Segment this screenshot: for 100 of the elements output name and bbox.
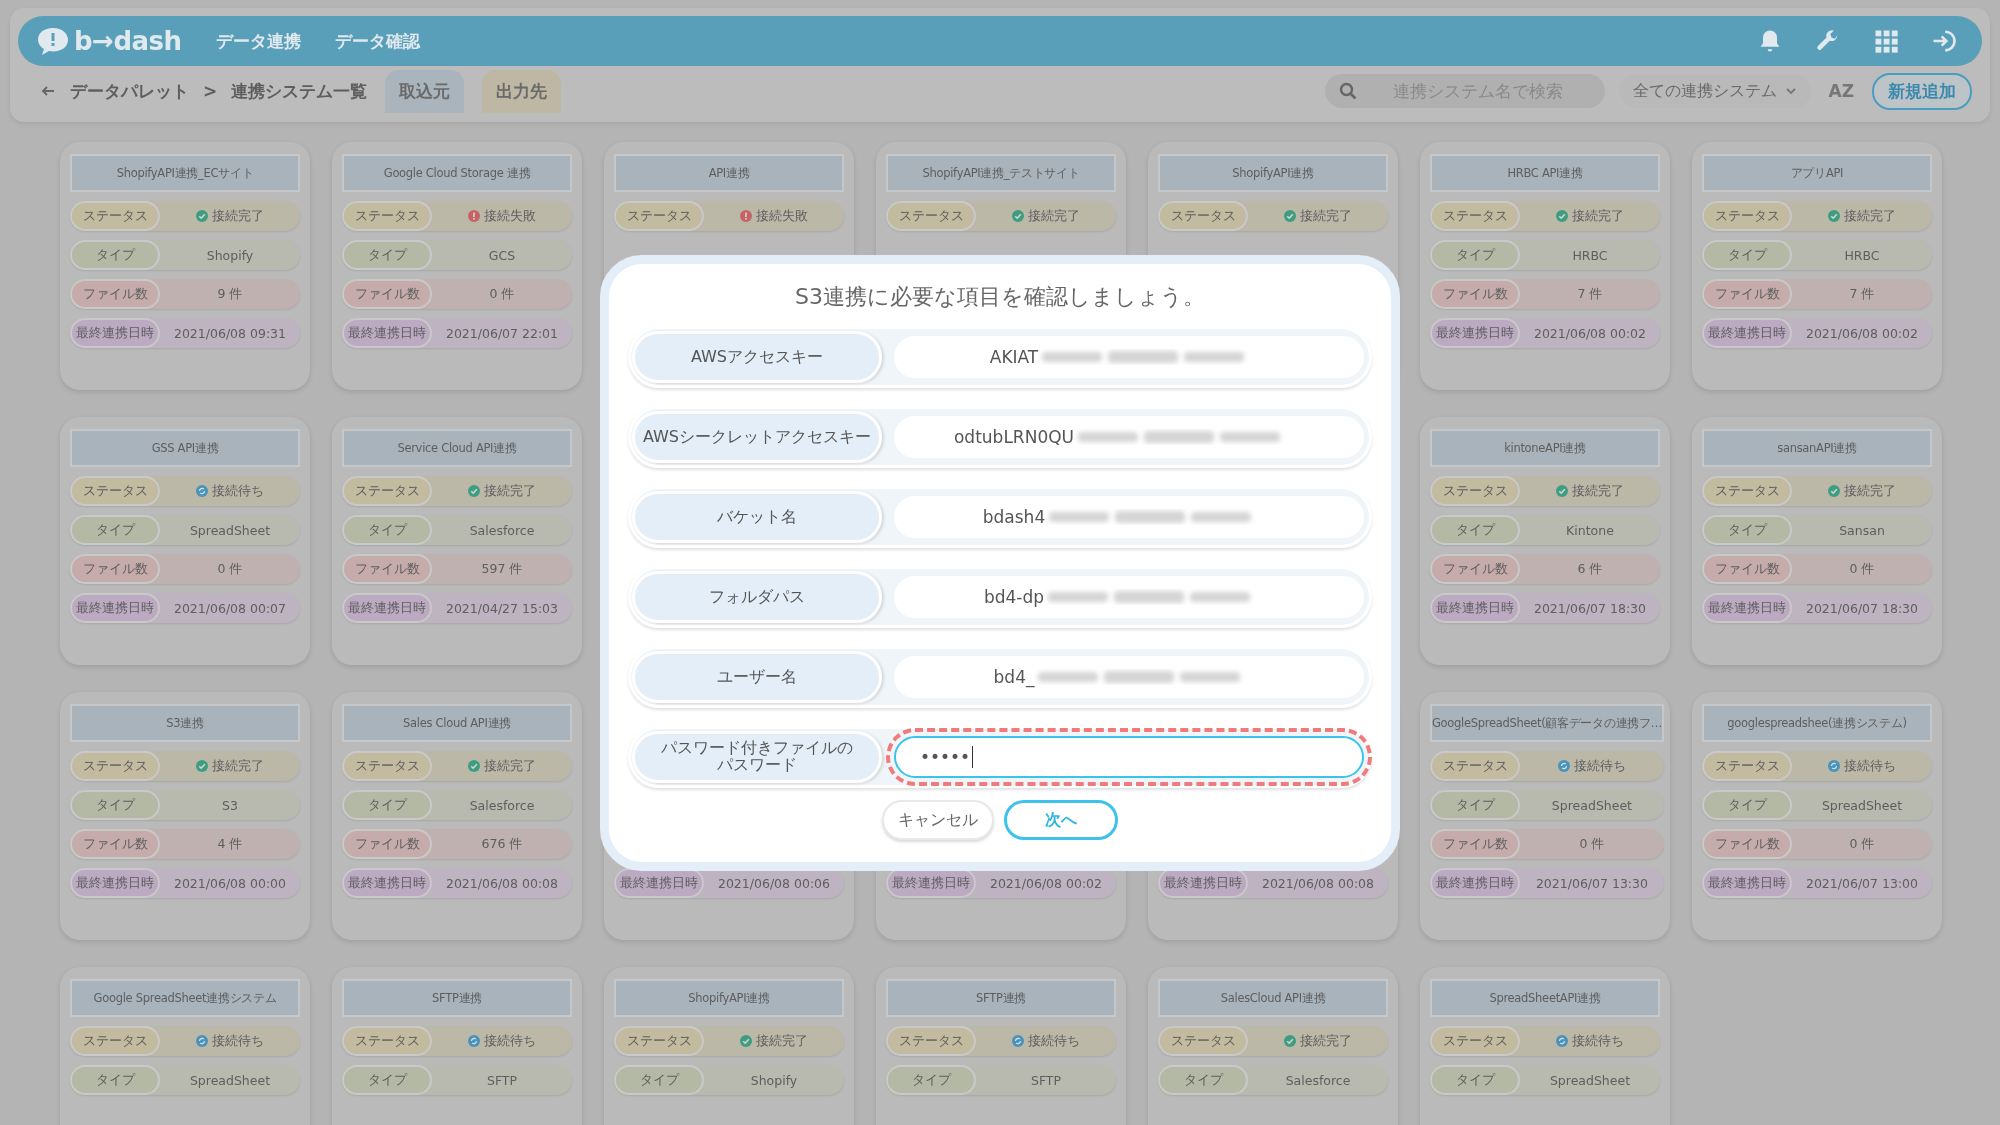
row-label: 最終連携日時 [1702,593,1792,623]
row-label: タイプ [1158,1065,1248,1095]
row-label: タイプ [70,240,160,270]
row-value: 2021/06/07 18:30 [1805,600,1918,616]
row-value: 接続完了 [1572,207,1624,225]
row-label: 最終連携日時 [70,868,160,898]
card-title: Google SpreadSheet連携システム [70,979,300,1017]
row-label: 最終連携日時 [342,868,432,898]
row-label: ステータス [1702,201,1792,231]
row-label: ステータス [1430,201,1520,231]
row-label: ステータス [70,1026,160,1056]
row-label: ステータス [1158,1026,1248,1056]
row-value: 7 件 [1849,285,1875,303]
field-label: パスワード付きファイルのパスワード [660,740,854,774]
field-label: AWSシークレットアクセスキー [642,428,871,446]
row-value: 0 件 [1849,560,1875,578]
row-value: Salesforce [469,522,535,538]
row-label: ステータス [342,751,432,781]
add-button[interactable]: 新規追加 [1872,72,1972,110]
card-title: Google Cloud Storage 連携 [342,154,572,192]
row-value: 7 件 [1577,285,1603,303]
row-label: ステータス [1430,751,1520,781]
row-value: 0 件 [217,560,243,578]
row-value: 接続完了 [1300,207,1352,225]
nav-link[interactable]: データ連携 [215,29,301,53]
row-label: ステータス [1430,1026,1520,1056]
row-value: 2021/06/08 00:02 [1805,325,1918,341]
row-value: 接続失敗 [756,207,808,225]
tab[interactable]: 出力先 [482,69,562,113]
row-value: 接続待ち [1572,1032,1624,1050]
field-label: AWSアクセスキー [690,348,823,366]
row-value: 接続待ち [212,482,264,500]
next-button[interactable]: 次へ [1004,800,1118,840]
tab[interactable]: 取込元 [385,69,465,113]
field-label: バケット名 [717,508,797,526]
card-title: googlespreadshee(連携システム) [1702,704,1932,742]
input-field[interactable]: bd4-dp [894,576,1364,618]
row-label: タイプ [342,240,432,270]
card-title: Service Cloud API連携 [342,429,572,467]
row-label: 最終連携日時 [1702,318,1792,348]
row-value: SpreadSheet [1549,1072,1631,1088]
row-label: ファイル数 [1702,554,1792,584]
logo-text: b→dash [74,26,182,56]
row-label: ステータス [342,1026,432,1056]
row-value: 接続完了 [484,482,536,500]
row-label: ステータス [1430,476,1520,506]
row-label: ステータス [342,476,432,506]
card-title: ShopifyAPI連携_ECサイト [70,154,300,192]
row-value: 2021/06/08 00:00 [173,875,286,891]
row-label: ステータス [614,1026,704,1056]
nav-link[interactable]: データ確認 [334,29,420,53]
row-label: ステータス [1158,201,1248,231]
row-value: 2021/06/08 00:07 [173,600,286,616]
row-value: 接続待ち [1028,1032,1080,1050]
card-title: ShopifyAPI連携_テストサイト [886,154,1116,192]
card-title: Sales Cloud API連携 [342,704,572,742]
row-value: 2021/06/08 00:02 [1533,325,1646,341]
row-value: 接続完了 [212,207,264,225]
row-label: タイプ [1702,790,1792,820]
field-label: ユーザー名 [717,668,797,686]
input-field[interactable]: odtubLRN0QU [894,416,1364,458]
row-label: ステータス [70,476,160,506]
card-title: ShopifyAPI連携 [1158,154,1388,192]
input-field[interactable]: bdash4 [894,496,1364,538]
row-value: SpreadSheet [189,522,271,538]
row-value: 0 件 [1849,835,1875,853]
row-value: 0 件 [1579,835,1605,853]
row-value: SFTP [486,1072,518,1088]
row-value: 2021/06/08 09:31 [173,325,286,341]
row-value: 2021/06/07 13:30 [1535,875,1648,891]
row-value: 2021/06/07 22:01 [445,325,558,341]
card-title: アプリAPI [1702,154,1932,192]
row-value: 接続待ち [1573,757,1626,775]
row-value: 接続待ち [212,1032,264,1050]
chevron-down-icon [1784,85,1797,97]
card-title: SalesCloud API連携 [1158,979,1388,1017]
card-title: kintoneAPI連携 [1430,429,1660,467]
row-label: ステータス [342,201,432,231]
row-value: 2021/06/08 00:08 [445,875,558,891]
row-value: HRBC [1572,247,1608,263]
row-label: タイプ [342,790,432,820]
row-value: 0 件 [489,285,515,303]
card-title: ShopifyAPI連携 [614,979,844,1017]
row-label: 最終連携日時 [342,593,432,623]
row-value: 接続失敗 [484,207,536,225]
row-label: ステータス [886,1026,976,1056]
sort-button[interactable]: AZ [1824,81,1858,101]
row-label: ファイル数 [1430,554,1520,584]
row-value: Kintone [1566,522,1614,538]
row-value: 2021/06/08 00:06 [717,875,830,891]
row-value: Salesforce [469,797,535,813]
row-value: 接続完了 [212,757,264,775]
input-field[interactable]: bd4_ [894,656,1364,698]
breadcrumb-item: データパレット [70,79,189,103]
card-title: S3連携 [70,704,300,742]
input-field[interactable]: AKIAT [894,336,1364,378]
card-title: SFTP連携 [342,979,572,1017]
cancel-button[interactable]: キャンセル [882,800,994,840]
row-label: ステータス [1702,476,1792,506]
row-value: 接続完了 [756,1032,808,1050]
